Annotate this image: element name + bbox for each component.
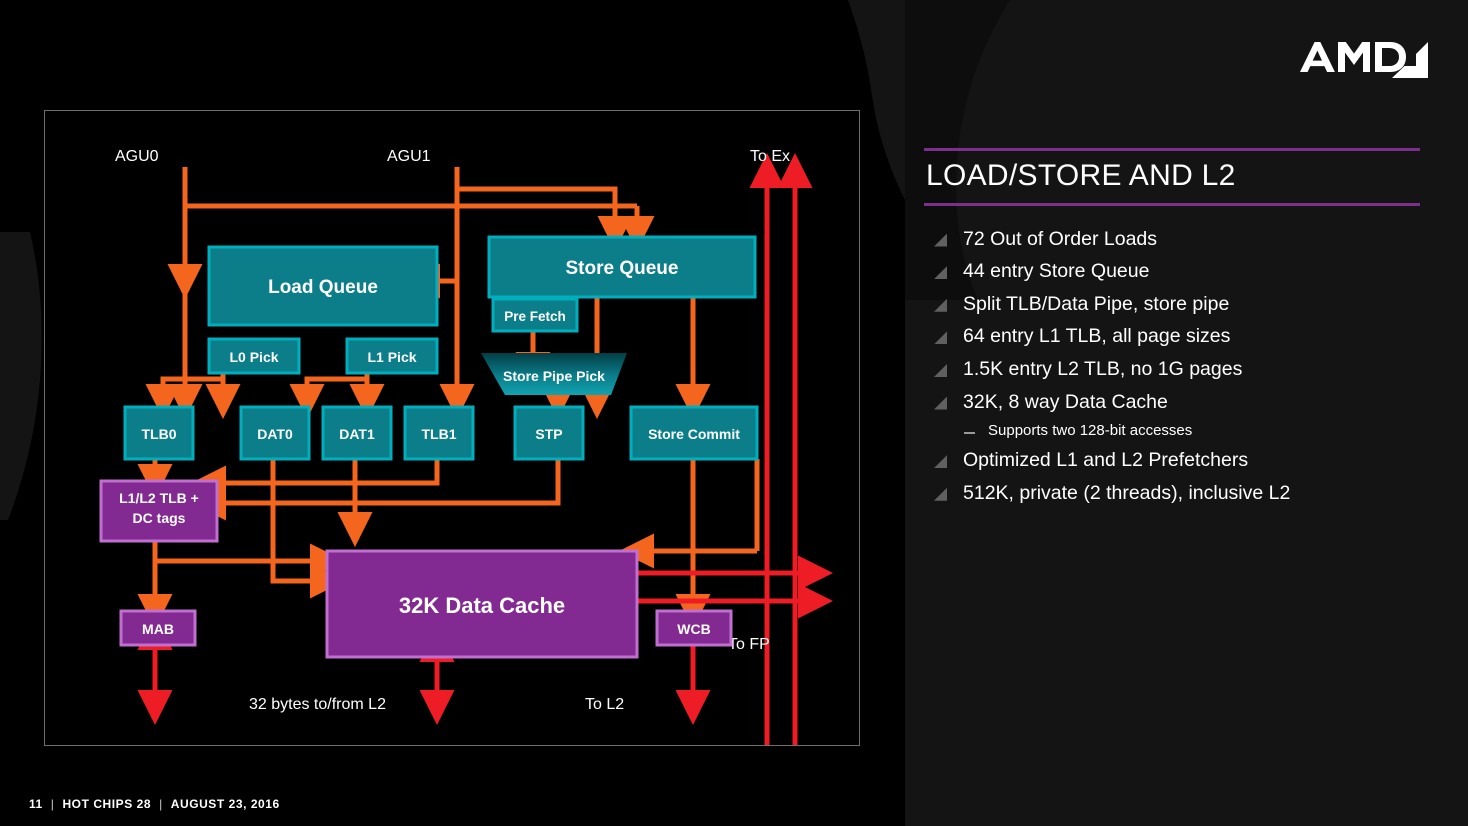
box-store-commit-label: Store Commit bbox=[648, 426, 740, 442]
footer: 11 | HOT CHIPS 28 | AUGUST 23, 2016 bbox=[29, 797, 280, 811]
sub-list-item: Supports two 128-bit accesses bbox=[964, 422, 1420, 440]
list-item: Split TLB/Data Pipe, store pipe bbox=[924, 293, 1420, 316]
list-item-label: 72 Out of Order Loads bbox=[963, 228, 1157, 251]
dash-bullet-icon bbox=[964, 432, 975, 434]
triangle-bullet-icon bbox=[934, 455, 947, 468]
box-store-queue-label: Store Queue bbox=[566, 258, 679, 279]
list-item-label: 32K, 8 way Data Cache bbox=[963, 391, 1168, 414]
triangle-bullet-icon bbox=[934, 488, 947, 501]
list-item-label: 512K, private (2 threads), inclusive L2 bbox=[963, 482, 1290, 505]
label-bytes-to-from-l2: 32 bytes to/from L2 bbox=[249, 696, 386, 713]
architecture-diagram-panel: AGU0 AGU1 To Ex To FP To L2 32 bytes to/… bbox=[44, 110, 860, 746]
box-tlb0-label: TLB0 bbox=[142, 426, 177, 442]
label-to-ex: To Ex bbox=[750, 148, 790, 165]
footer-separator-2: | bbox=[159, 797, 163, 811]
label-agu1: AGU1 bbox=[387, 148, 431, 165]
list-item-label: 1.5K entry L2 TLB, no 1G pages bbox=[963, 358, 1242, 381]
triangle-bullet-icon bbox=[934, 266, 947, 279]
title-rule-bottom bbox=[924, 203, 1420, 206]
box-dat1-label: DAT1 bbox=[339, 426, 375, 442]
footer-separator-1: | bbox=[51, 797, 55, 811]
list-item-label: 64 entry L1 TLB, all page sizes bbox=[963, 325, 1230, 348]
box-stp-label: STP bbox=[535, 426, 562, 442]
box-tlb1-label: TLB1 bbox=[422, 426, 457, 442]
box-l0-pick-label: L0 Pick bbox=[229, 349, 278, 365]
box-store-pipe-pick-label: Store Pipe Pick bbox=[503, 368, 605, 384]
box-wcb-label: WCB bbox=[677, 621, 710, 637]
amd-logo bbox=[1300, 42, 1428, 78]
bullet-list: 72 Out of Order Loads 44 entry Store Que… bbox=[924, 228, 1420, 505]
triangle-bullet-icon bbox=[934, 397, 947, 410]
triangle-bullet-icon bbox=[934, 364, 947, 377]
list-item: 1.5K entry L2 TLB, no 1G pages bbox=[924, 358, 1420, 381]
triangle-bullet-icon bbox=[934, 299, 947, 312]
box-pre-fetch-label: Pre Fetch bbox=[504, 309, 566, 324]
box-load-queue-label: Load Queue bbox=[268, 277, 378, 298]
load-store-block-diagram: AGU0 AGU1 To Ex To FP To L2 32 bytes to/… bbox=[45, 111, 859, 745]
box-tlb-dc-tags-line2: DC tags bbox=[133, 510, 186, 526]
triangle-bullet-icon bbox=[934, 234, 947, 247]
page-title: LOAD/STORE AND L2 bbox=[924, 151, 1420, 203]
triangle-bullet-icon bbox=[934, 331, 947, 344]
list-item-label: 44 entry Store Queue bbox=[963, 260, 1149, 283]
list-item-label: Optimized L1 and L2 Prefetchers bbox=[963, 449, 1248, 472]
list-item: 512K, private (2 threads), inclusive L2 bbox=[924, 482, 1420, 505]
list-item: 64 entry L1 TLB, all page sizes bbox=[924, 325, 1420, 348]
sub-list-item-label: Supports two 128-bit accesses bbox=[988, 422, 1192, 440]
label-to-l2: To L2 bbox=[585, 696, 624, 713]
footer-event: HOT CHIPS 28 bbox=[62, 797, 151, 811]
box-mab-label: MAB bbox=[142, 621, 174, 637]
right-content-panel: LOAD/STORE AND L2 72 Out of Order Loads … bbox=[924, 148, 1420, 514]
footer-date: AUGUST 23, 2016 bbox=[171, 797, 280, 811]
list-item-label: Split TLB/Data Pipe, store pipe bbox=[963, 293, 1229, 316]
box-tlb-dc-tags-line1: L1/L2 TLB + bbox=[119, 490, 199, 506]
box-data-cache-label: 32K Data Cache bbox=[399, 593, 565, 618]
list-item: 32K, 8 way Data Cache bbox=[924, 391, 1420, 414]
list-item: Optimized L1 and L2 Prefetchers bbox=[924, 449, 1420, 472]
label-to-fp: To FP bbox=[728, 636, 770, 653]
list-item: 44 entry Store Queue bbox=[924, 260, 1420, 283]
box-l1-pick-label: L1 Pick bbox=[367, 349, 416, 365]
list-item: 72 Out of Order Loads bbox=[924, 228, 1420, 251]
label-agu0: AGU0 bbox=[115, 148, 159, 165]
footer-page-number: 11 bbox=[29, 797, 43, 811]
box-dat0-label: DAT0 bbox=[257, 426, 293, 442]
